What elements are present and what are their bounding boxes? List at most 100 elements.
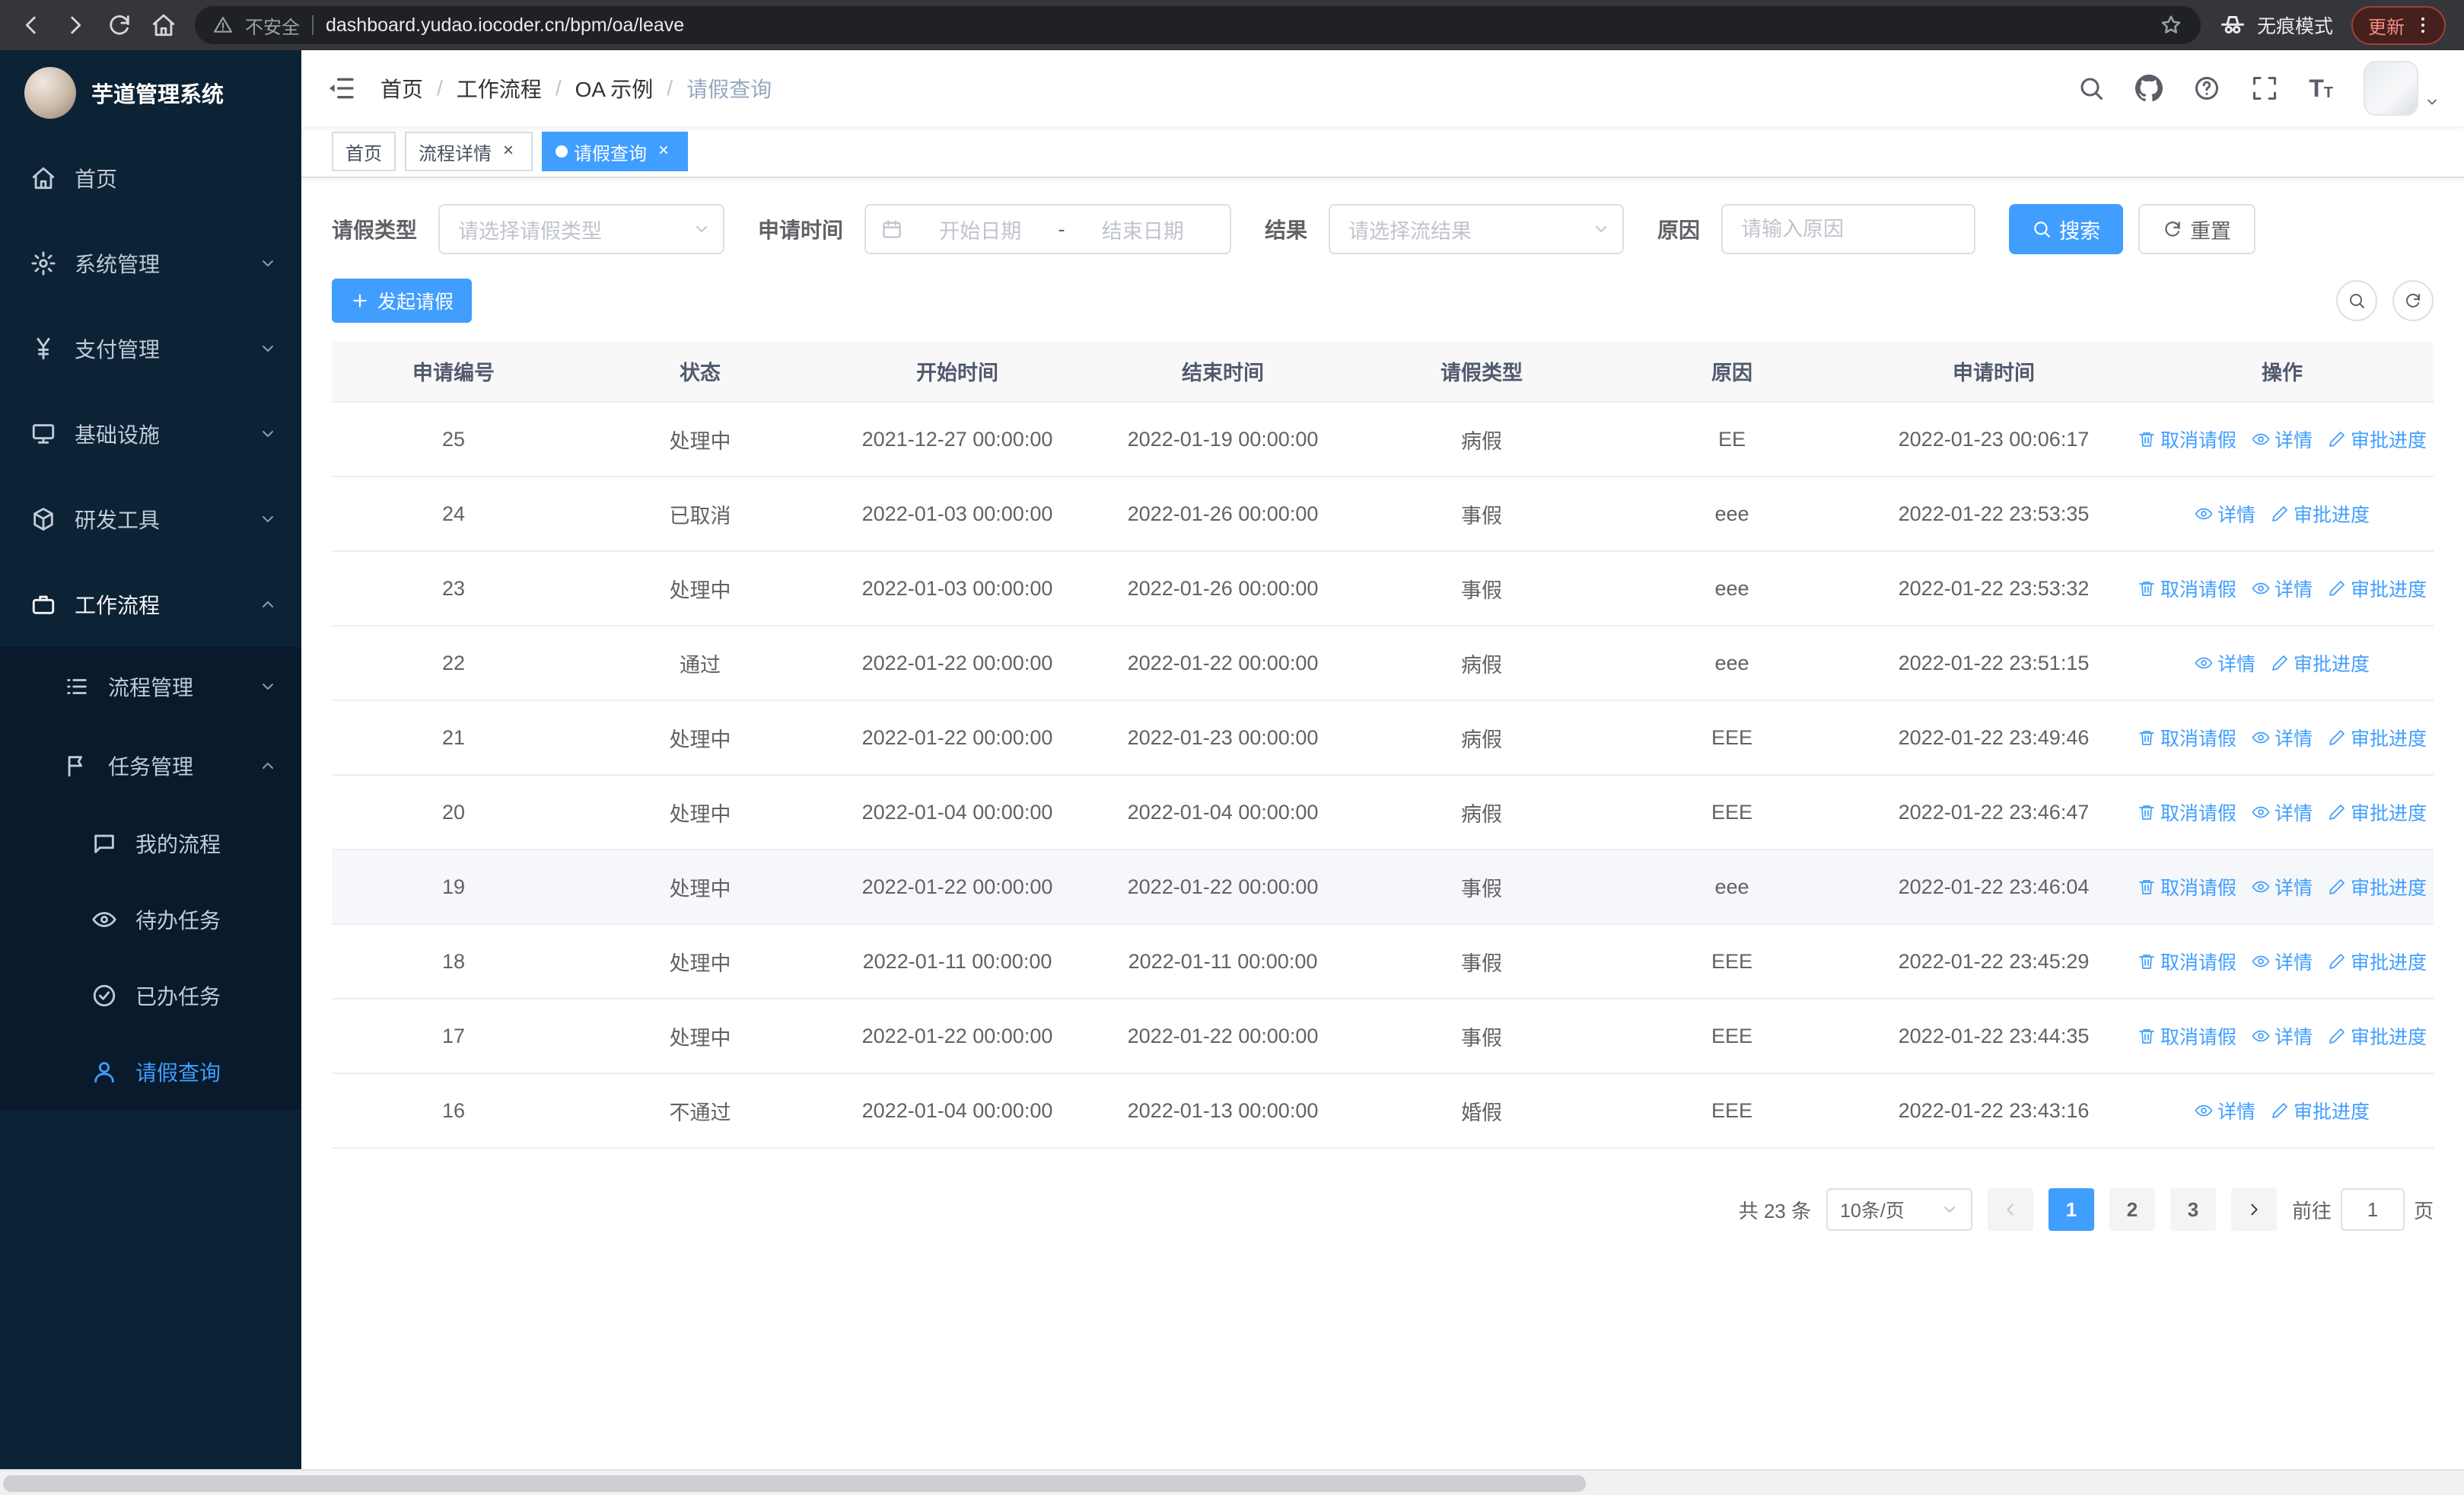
progress-link[interactable]: 审批进度 xyxy=(2328,426,2427,453)
cell-end: 2022-01-13 00:00:00 xyxy=(1090,1073,1356,1149)
date-range-picker[interactable]: 开始日期 - 结束日期 xyxy=(864,204,1232,254)
sidebar-item-todo-tasks[interactable]: 待办任务 xyxy=(0,881,301,958)
breadcrumb-workflow[interactable]: 工作流程 xyxy=(457,73,542,104)
close-icon[interactable]: × xyxy=(653,141,674,162)
column-header: 请假类型 xyxy=(1356,341,1607,403)
detail-link[interactable]: 详情 xyxy=(2252,426,2313,453)
forward-icon[interactable] xyxy=(62,12,88,38)
back-icon[interactable] xyxy=(18,12,44,38)
page-goto-input[interactable] xyxy=(2340,1188,2405,1231)
fullscreen-icon[interactable] xyxy=(2251,75,2278,102)
progress-link[interactable]: 审批进度 xyxy=(2328,575,2427,602)
update-label: 更新 xyxy=(2368,17,2405,38)
breadcrumb-home[interactable]: 首页 xyxy=(380,73,423,104)
sidebar-item-my-process[interactable]: 我的流程 xyxy=(0,805,301,881)
user-menu[interactable] xyxy=(2364,61,2440,116)
trash-icon xyxy=(2139,880,2154,894)
avatar[interactable] xyxy=(2364,61,2418,116)
progress-link[interactable]: 审批进度 xyxy=(2271,1097,2370,1124)
sidebar-item-task-mgmt[interactable]: 任务管理 xyxy=(0,726,301,805)
cancel-leave-link[interactable]: 取消请假 xyxy=(2138,948,2236,975)
detail-link[interactable]: 详情 xyxy=(2195,1097,2255,1124)
progress-link[interactable]: 审批进度 xyxy=(2271,500,2370,528)
reset-button[interactable]: 重置 xyxy=(2138,204,2256,254)
bookmark-star-icon[interactable] xyxy=(2160,14,2182,37)
breadcrumb-oa[interactable]: OA 示例 xyxy=(575,73,654,104)
search-icon[interactable] xyxy=(2077,75,2105,102)
progress-link[interactable]: 审批进度 xyxy=(2328,948,2427,975)
progress-link[interactable]: 审批进度 xyxy=(2328,1022,2427,1050)
sidebar-item-payment[interactable]: 支付管理 xyxy=(0,306,301,391)
page-button-1[interactable]: 1 xyxy=(2048,1188,2094,1231)
box-icon xyxy=(30,506,56,532)
detail-link[interactable]: 详情 xyxy=(2252,873,2313,901)
cell-applied: 2022-01-22 23:51:15 xyxy=(1857,626,2131,701)
security-label[interactable]: 不安全 xyxy=(245,12,300,39)
url-text[interactable]: dashboard.yudao.iocoder.cn/bpm/oa/leave xyxy=(326,14,2147,37)
cell-start: 2022-01-04 00:00:00 xyxy=(825,775,1090,850)
sidebar-item-system[interactable]: 系统管理 xyxy=(0,221,301,306)
sidebar-item-infra[interactable]: 基础设施 xyxy=(0,391,301,477)
next-page-button[interactable] xyxy=(2230,1188,2277,1231)
result-select[interactable]: 请选择流结果 xyxy=(1329,204,1625,254)
cell-actions: 取消请假 详情 审批进度 xyxy=(2131,402,2434,477)
detail-link[interactable]: 详情 xyxy=(2252,724,2313,751)
font-size-icon[interactable]: TT xyxy=(2309,76,2333,100)
pagination: 共 23 条 10条/页 1 2 3 前往 页 xyxy=(332,1188,2434,1231)
cancel-leave-link[interactable]: 取消请假 xyxy=(2138,724,2236,751)
reason-input[interactable] xyxy=(1721,204,1976,254)
tag-process-detail[interactable]: 流程详情 × xyxy=(405,132,533,171)
refresh-table-button[interactable] xyxy=(2392,280,2434,321)
detail-link[interactable]: 详情 xyxy=(2252,948,2313,975)
prev-page-button[interactable] xyxy=(1987,1188,2033,1231)
toggle-search-button[interactable] xyxy=(2336,280,2377,321)
detail-link[interactable]: 详情 xyxy=(2252,799,2313,826)
sidebar-item-process-mgmt[interactable]: 流程管理 xyxy=(0,647,301,726)
cancel-leave-link[interactable]: 取消请假 xyxy=(2138,873,2236,901)
end-date-input[interactable]: 结束日期 xyxy=(1071,215,1215,244)
sidebar-item-leave-query[interactable]: 请假查询 xyxy=(0,1034,301,1110)
page-size-select[interactable]: 10条/页 xyxy=(1826,1188,1972,1231)
progress-link[interactable]: 审批进度 xyxy=(2328,724,2427,751)
cell-end: 2022-01-19 00:00:00 xyxy=(1090,402,1356,477)
create-leave-button[interactable]: 发起请假 xyxy=(332,279,473,323)
address-bar[interactable]: 不安全 dashboard.yudao.iocoder.cn/bpm/oa/le… xyxy=(195,6,2201,44)
cell-type: 婚假 xyxy=(1356,1073,1607,1149)
progress-link[interactable]: 审批进度 xyxy=(2271,649,2370,677)
browser-menu-icon[interactable] xyxy=(2412,14,2434,36)
cancel-leave-link[interactable]: 取消请假 xyxy=(2138,426,2236,453)
reload-icon[interactable] xyxy=(107,12,132,38)
sidebar-item-workflow[interactable]: 工作流程 xyxy=(0,562,301,647)
progress-link[interactable]: 审批进度 xyxy=(2328,799,2427,826)
home-icon[interactable] xyxy=(151,12,177,38)
tag-leave-query[interactable]: 请假查询 × xyxy=(542,132,688,171)
close-icon[interactable]: × xyxy=(498,141,519,162)
sidebar-item-home[interactable]: 首页 xyxy=(0,135,301,221)
detail-link[interactable]: 详情 xyxy=(2195,500,2255,528)
page-button-2[interactable]: 2 xyxy=(2109,1188,2155,1231)
detail-link[interactable]: 详情 xyxy=(2252,575,2313,602)
page-button-3[interactable]: 3 xyxy=(2170,1188,2216,1231)
cancel-leave-link[interactable]: 取消请假 xyxy=(2138,799,2236,826)
github-icon[interactable] xyxy=(2135,75,2163,102)
cell-reason: eee xyxy=(1607,626,1857,701)
help-icon[interactable] xyxy=(2193,75,2220,102)
sidebar-toggle-icon[interactable] xyxy=(326,73,356,104)
browser-update-button[interactable]: 更新 xyxy=(2351,5,2446,45)
detail-link[interactable]: 详情 xyxy=(2252,1022,2313,1050)
progress-link[interactable]: 审批进度 xyxy=(2328,873,2427,901)
sidebar-item-devtools[interactable]: 研发工具 xyxy=(0,477,301,562)
cancel-leave-link[interactable]: 取消请假 xyxy=(2138,1022,2236,1050)
search-form: 请假类型 请选择请假类型 申请时间 开始日期 - 结束日期 结果 请选择流结果 … xyxy=(332,204,2434,254)
chevron-down-icon xyxy=(692,220,711,238)
leave-type-select[interactable]: 请选择请假类型 xyxy=(438,204,725,254)
horizontal-scrollbar[interactable] xyxy=(0,1469,2464,1495)
search-button[interactable]: 搜索 xyxy=(2009,204,2124,254)
sidebar-item-done-tasks[interactable]: 已办任务 xyxy=(0,958,301,1034)
chevron-down-icon xyxy=(259,510,277,528)
cancel-leave-link[interactable]: 取消请假 xyxy=(2138,575,2236,602)
detail-link[interactable]: 详情 xyxy=(2195,649,2255,677)
start-date-input[interactable]: 开始日期 xyxy=(909,215,1052,244)
tag-home[interactable]: 首页 xyxy=(332,132,396,171)
scrollbar-thumb[interactable] xyxy=(3,1475,1586,1492)
